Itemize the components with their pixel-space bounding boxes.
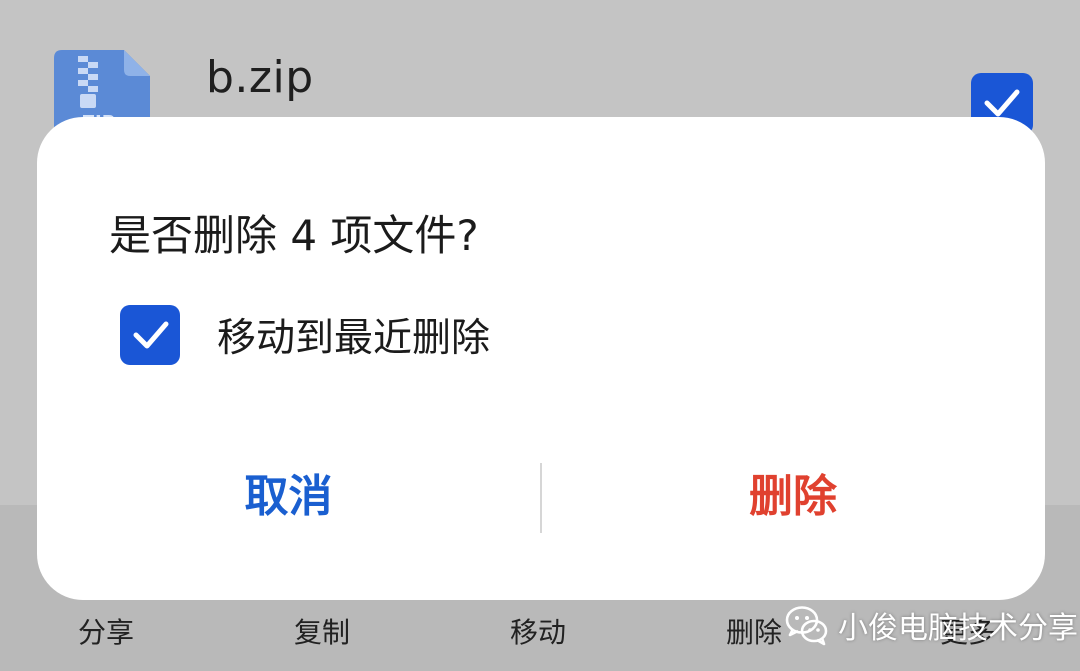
file-name: b.zip: [206, 52, 314, 103]
watermark-text: 小俊电脑技术分享: [838, 611, 1078, 646]
option-checkbox[interactable]: [120, 305, 180, 365]
wechat-logo-icon: [785, 606, 828, 646]
option-label: 移动到最近删除: [217, 316, 491, 361]
move-to-recently-deleted-option[interactable]: 移动到最近删除: [120, 305, 490, 365]
cancel-button[interactable]: 取消: [37, 462, 540, 532]
move-button[interactable]: 移动: [510, 611, 566, 651]
delete-button[interactable]: 删除: [541, 462, 1045, 532]
watermark: 小俊电脑技术分享: [784, 600, 1078, 650]
checkmark-icon: [984, 89, 1020, 117]
copy-button[interactable]: 复制: [294, 611, 350, 651]
checkmark-icon: [133, 321, 169, 349]
delete-action-button[interactable]: 删除: [726, 611, 782, 651]
dialog-title: 是否删除 4 项文件?: [109, 211, 479, 260]
delete-confirm-dialog: 是否删除 4 项文件? 移动到最近删除 取消 删除: [37, 117, 1045, 600]
share-button[interactable]: 分享: [78, 611, 134, 651]
